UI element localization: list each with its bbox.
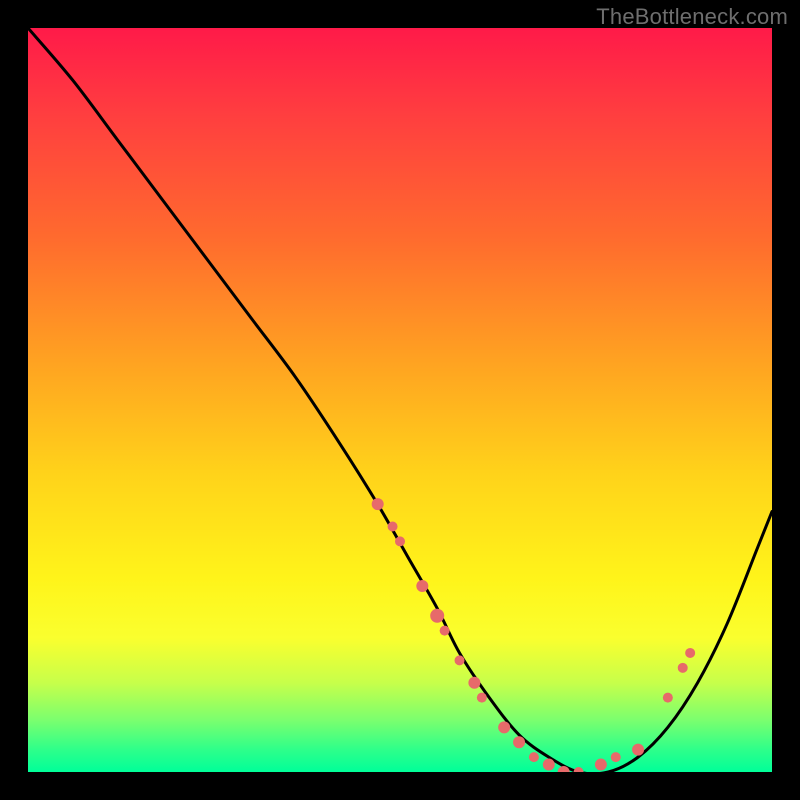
curve-marker bbox=[685, 648, 695, 658]
curve-marker bbox=[574, 767, 584, 772]
curve-marker bbox=[477, 693, 487, 703]
curve-marker bbox=[440, 626, 450, 636]
bottleneck-curve bbox=[28, 28, 772, 772]
curve-marker bbox=[372, 498, 384, 510]
curve-marker bbox=[455, 655, 465, 665]
curve-marker bbox=[395, 536, 405, 546]
curve-marker bbox=[611, 752, 621, 762]
curve-marker bbox=[595, 759, 607, 771]
curve-svg bbox=[28, 28, 772, 772]
curve-marker bbox=[543, 759, 555, 771]
curve-marker bbox=[388, 521, 398, 531]
curve-markers bbox=[372, 498, 695, 772]
curve-marker bbox=[430, 609, 444, 623]
curve-marker bbox=[468, 677, 480, 689]
curve-marker bbox=[678, 663, 688, 673]
plot-area bbox=[28, 28, 772, 772]
curve-marker bbox=[416, 580, 428, 592]
curve-marker bbox=[632, 744, 644, 756]
curve-marker bbox=[529, 752, 539, 762]
curve-marker bbox=[498, 721, 510, 733]
watermark-text: TheBottleneck.com bbox=[596, 4, 788, 30]
curve-marker bbox=[663, 693, 673, 703]
chart-container: TheBottleneck.com bbox=[0, 0, 800, 800]
curve-marker bbox=[513, 736, 525, 748]
